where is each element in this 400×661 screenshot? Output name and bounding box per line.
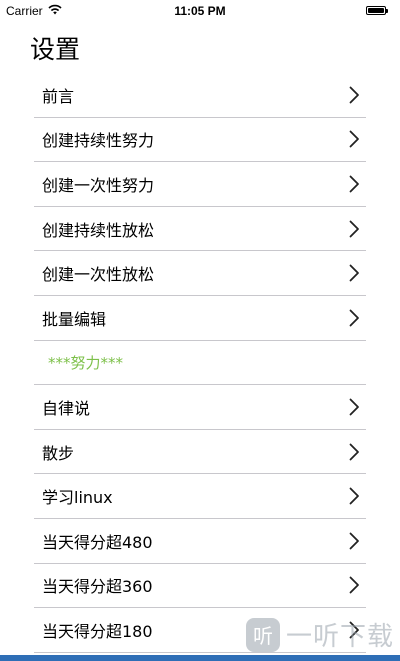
page-title: 设置 xyxy=(30,35,81,64)
settings-row-label: 散步 xyxy=(42,443,75,463)
status-time: 11:05 PM xyxy=(174,4,226,18)
chevron-right-icon xyxy=(349,220,360,238)
settings-row-label: 创建持续性努力 xyxy=(42,131,155,151)
chevron-right-icon xyxy=(349,487,360,505)
watermark-logo-icon: 听 xyxy=(245,617,280,652)
settings-row[interactable]: 学习linux xyxy=(34,474,366,519)
chevron-right-icon xyxy=(349,86,360,104)
chevron-right-icon xyxy=(349,130,360,148)
settings-row-label: 当天得分超480 xyxy=(42,532,153,552)
settings-row-label: 前言 xyxy=(42,86,75,106)
status-bar: Carrier 11:05 PM xyxy=(0,0,400,22)
chevron-right-icon xyxy=(349,309,360,327)
chevron-right-icon xyxy=(349,264,360,282)
section-header: ***努力*** xyxy=(34,341,366,386)
bottom-bar xyxy=(0,655,400,661)
watermark-text: 一听下载 xyxy=(285,622,394,652)
settings-list: 前言创建持续性努力 创建一次性努力 创建持续性放松 创建一次性放松 批量编辑 ***努力*… xyxy=(34,73,366,653)
settings-row-label: 自律说 xyxy=(42,398,91,418)
settings-row[interactable]: 创建一次性努力 xyxy=(34,162,366,207)
settings-row-label: 批量编辑 xyxy=(42,309,107,329)
settings-row-label: 当天得分超180 xyxy=(42,621,153,641)
settings-row-label: 当天得分超360 xyxy=(42,577,153,597)
settings-row[interactable]: 当天得分超480 xyxy=(34,519,366,564)
chevron-right-icon xyxy=(349,532,360,550)
watermark: 听 一听下载 xyxy=(245,616,394,653)
chevron-right-icon xyxy=(349,443,360,461)
battery-icon xyxy=(366,6,388,15)
settings-row[interactable]: 创建一次性放松 xyxy=(34,251,366,296)
settings-row[interactable]: 创建持续性放松 xyxy=(34,207,366,252)
settings-row[interactable]: 创建持续性努力 xyxy=(34,118,366,163)
settings-row-label: 创建持续性放松 xyxy=(42,220,155,240)
chevron-right-icon xyxy=(349,398,360,416)
settings-row[interactable]: 散步 xyxy=(34,430,366,475)
settings-row-label: 学习linux xyxy=(42,488,113,508)
settings-row[interactable]: 自律说 xyxy=(34,385,366,430)
settings-row-label: 创建一次性努力 xyxy=(42,175,155,195)
chevron-right-icon xyxy=(349,175,360,193)
chevron-right-icon xyxy=(349,576,360,594)
settings-row-label: 创建一次性放松 xyxy=(42,265,155,285)
settings-row[interactable]: 前言 xyxy=(34,73,366,118)
settings-row[interactable]: 批量编辑 xyxy=(34,296,366,341)
settings-row[interactable]: 当天得分超360 xyxy=(34,564,366,609)
section-header-label: ***努力*** xyxy=(48,353,124,372)
